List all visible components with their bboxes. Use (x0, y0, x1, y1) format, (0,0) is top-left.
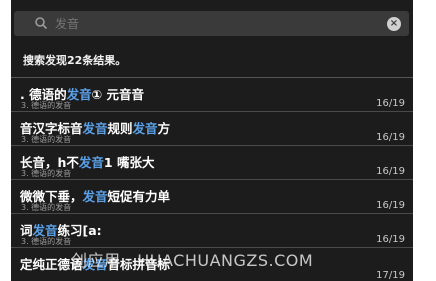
item-source: 3. 德语的发音 (21, 101, 72, 110)
item-page: 16/19 (376, 166, 405, 177)
item-page: 16/19 (376, 98, 405, 109)
list-item[interactable]: 词发音练习[a: 3. 德语的发音 16/19 (11, 214, 413, 248)
list-item[interactable]: 长音，h不发音1 嘴张大 3. 德语的发音 16/19 (11, 146, 413, 180)
list-item[interactable]: 音汉字标音发音规则发音方 3. 德语的发音 16/19 (11, 112, 413, 146)
item-source: 3. 德语的发音 (21, 169, 72, 178)
search-bar[interactable]: × (14, 11, 409, 36)
clear-icon[interactable]: × (387, 17, 401, 31)
result-count: 搜索发现22条结果。 (23, 54, 127, 67)
item-source: 3. 德语的发音 (21, 203, 72, 212)
item-page: 17/19 (376, 270, 405, 281)
search-results-screen: × 搜索发现22条结果。 . 德语的发音① 元音音 3. 德语的发音 16/19… (11, 0, 413, 281)
item-source: 3. 德语的发音 (21, 135, 72, 144)
search-input[interactable] (55, 13, 375, 34)
search-icon (35, 17, 48, 30)
item-page: 16/19 (376, 200, 405, 211)
list-item[interactable]: . 德语的发音① 元音音 3. 德语的发音 16/19 (11, 78, 413, 112)
watermark: 创应用 · HUACHUANGZS.COM (71, 251, 314, 270)
item-page: 16/19 (376, 132, 405, 143)
item-source: 3. 德语的发音 (21, 237, 72, 246)
list-item[interactable]: 微微下垂，发音短促有力单 3. 德语的发音 16/19 (11, 180, 413, 214)
item-page: 16/19 (376, 234, 405, 245)
